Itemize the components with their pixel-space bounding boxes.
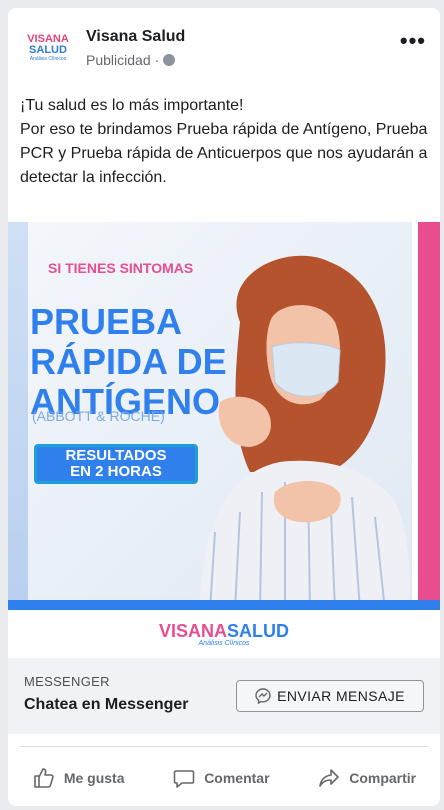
post-actions: Me gusta Comentar Compartir [8,756,440,800]
messenger-icon [255,688,271,704]
like-button[interactable]: Me gusta [32,766,125,790]
avatar-logo-line3: Análisis Clínicos [29,55,67,62]
ad-headline: PRUEBA RÁPIDA DE ANTÍGENO [30,301,227,422]
share-label: Compartir [349,770,417,786]
brand-logo-sub: Análisis Clínicos [198,639,250,647]
send-message-label: ENVIAR MENSAJE [277,688,405,704]
comment-button[interactable]: Comentar [172,766,270,790]
comment-label: Comentar [204,770,270,786]
ad-brands: (ABBOTT & ROCHE) [32,408,165,424]
share-icon [319,769,340,787]
post-header: VISANA SALUD Análisis Clínicos Visana Sa… [8,8,440,88]
brand-logo-text: VISANASALUD [159,622,289,640]
ad-symptoms-tag: SI TIENES SINTOMAS [48,260,194,276]
globe-icon [163,54,176,66]
avatar-logo-line2: SALUD [29,43,67,56]
cta-headline[interactable]: Chatea en Messenger [24,696,189,714]
actions-divider [20,746,428,747]
cta-bar[interactable]: MESSENGER Chatea en Messenger ENVIAR MEN… [8,658,440,734]
brand-logo-part2: SALUD [227,620,289,641]
cta-channel: MESSENGER [24,674,110,689]
brand-logo-part1: VISANA [158,620,227,641]
decorative-blue-bar [8,600,440,610]
comment-icon [173,770,195,788]
share-button[interactable]: Compartir [317,766,416,790]
decorative-blue-stripe [8,222,28,610]
post-body-text: ¡Tu salud es lo más importante! Por eso … [20,97,428,186]
send-message-button[interactable]: ENVIAR MENSAJE [236,680,424,712]
avatar-logo-line1: VISANA [27,32,69,45]
ad-brand-logo: VISANASALUD Análisis Clínicos [8,610,440,658]
sponsored-text[interactable]: Publicidad [86,52,151,68]
page-name[interactable]: Visana Salud [86,28,185,46]
sponsored-label: Publicidad · [86,52,176,68]
ad-post-card: VISANA SALUD Análisis Clínicos Visana Sa… [8,8,440,806]
more-options-icon[interactable]: ••• [400,28,426,54]
page-avatar[interactable]: VISANA SALUD Análisis Clínicos [20,30,76,66]
decorative-pink-bar [418,222,440,610]
ad-results-badge: RESULTADOS EN 2 HORAS [34,444,198,484]
like-icon [34,768,54,788]
separator-dot: · [154,52,160,68]
like-label: Me gusta [63,770,125,786]
ad-image[interactable]: SI TIENES SINTOMAS PRUEBA RÁPIDA DE ANTÍ… [8,222,440,610]
